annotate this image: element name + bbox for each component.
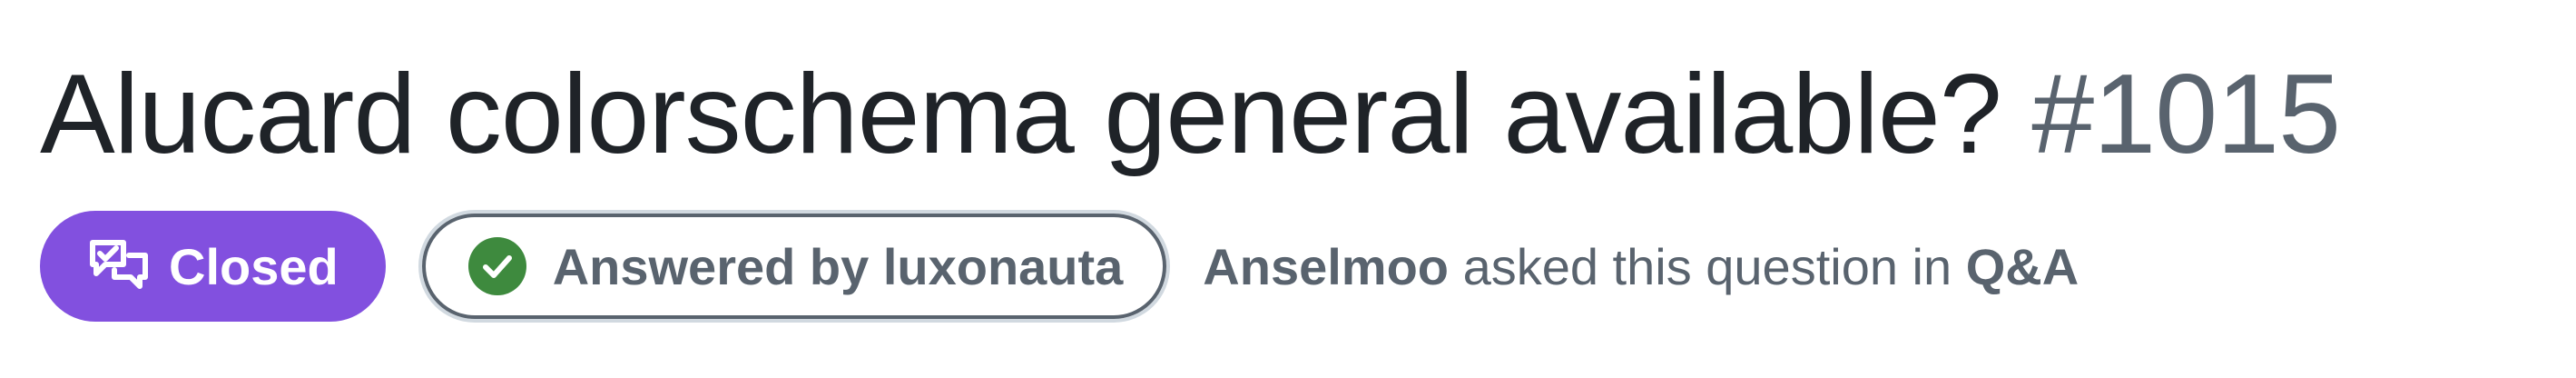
author-link[interactable]: Anselmoo [1203,238,1449,295]
asked-middle-text: asked this question in [1462,237,1952,295]
answered-by-prefix: Answered by [552,237,870,295]
discussion-title-row: Alucard colorschema general available? #… [40,42,2341,187]
category-link[interactable]: Q&A [1966,238,2079,295]
answered-by-badge[interactable]: Answered by luxonauta [421,214,1167,319]
answered-by-user: luxonauta [882,237,1124,295]
discussion-number: #1015 [2031,52,2341,177]
state-label: Closed [169,237,339,295]
check-circle-icon [467,236,527,296]
state-badge: Closed [40,211,386,322]
asked-line: Anselmoo asked this question in Q&A [1203,237,2079,296]
discussion-closed-icon [87,237,151,295]
discussion-header: Alucard colorschema general available? #… [0,0,2576,378]
discussion-meta-row: Closed Answered by luxonauta Anselmoo as… [40,209,2079,323]
discussion-title: Alucard colorschema general available? [40,52,2002,177]
